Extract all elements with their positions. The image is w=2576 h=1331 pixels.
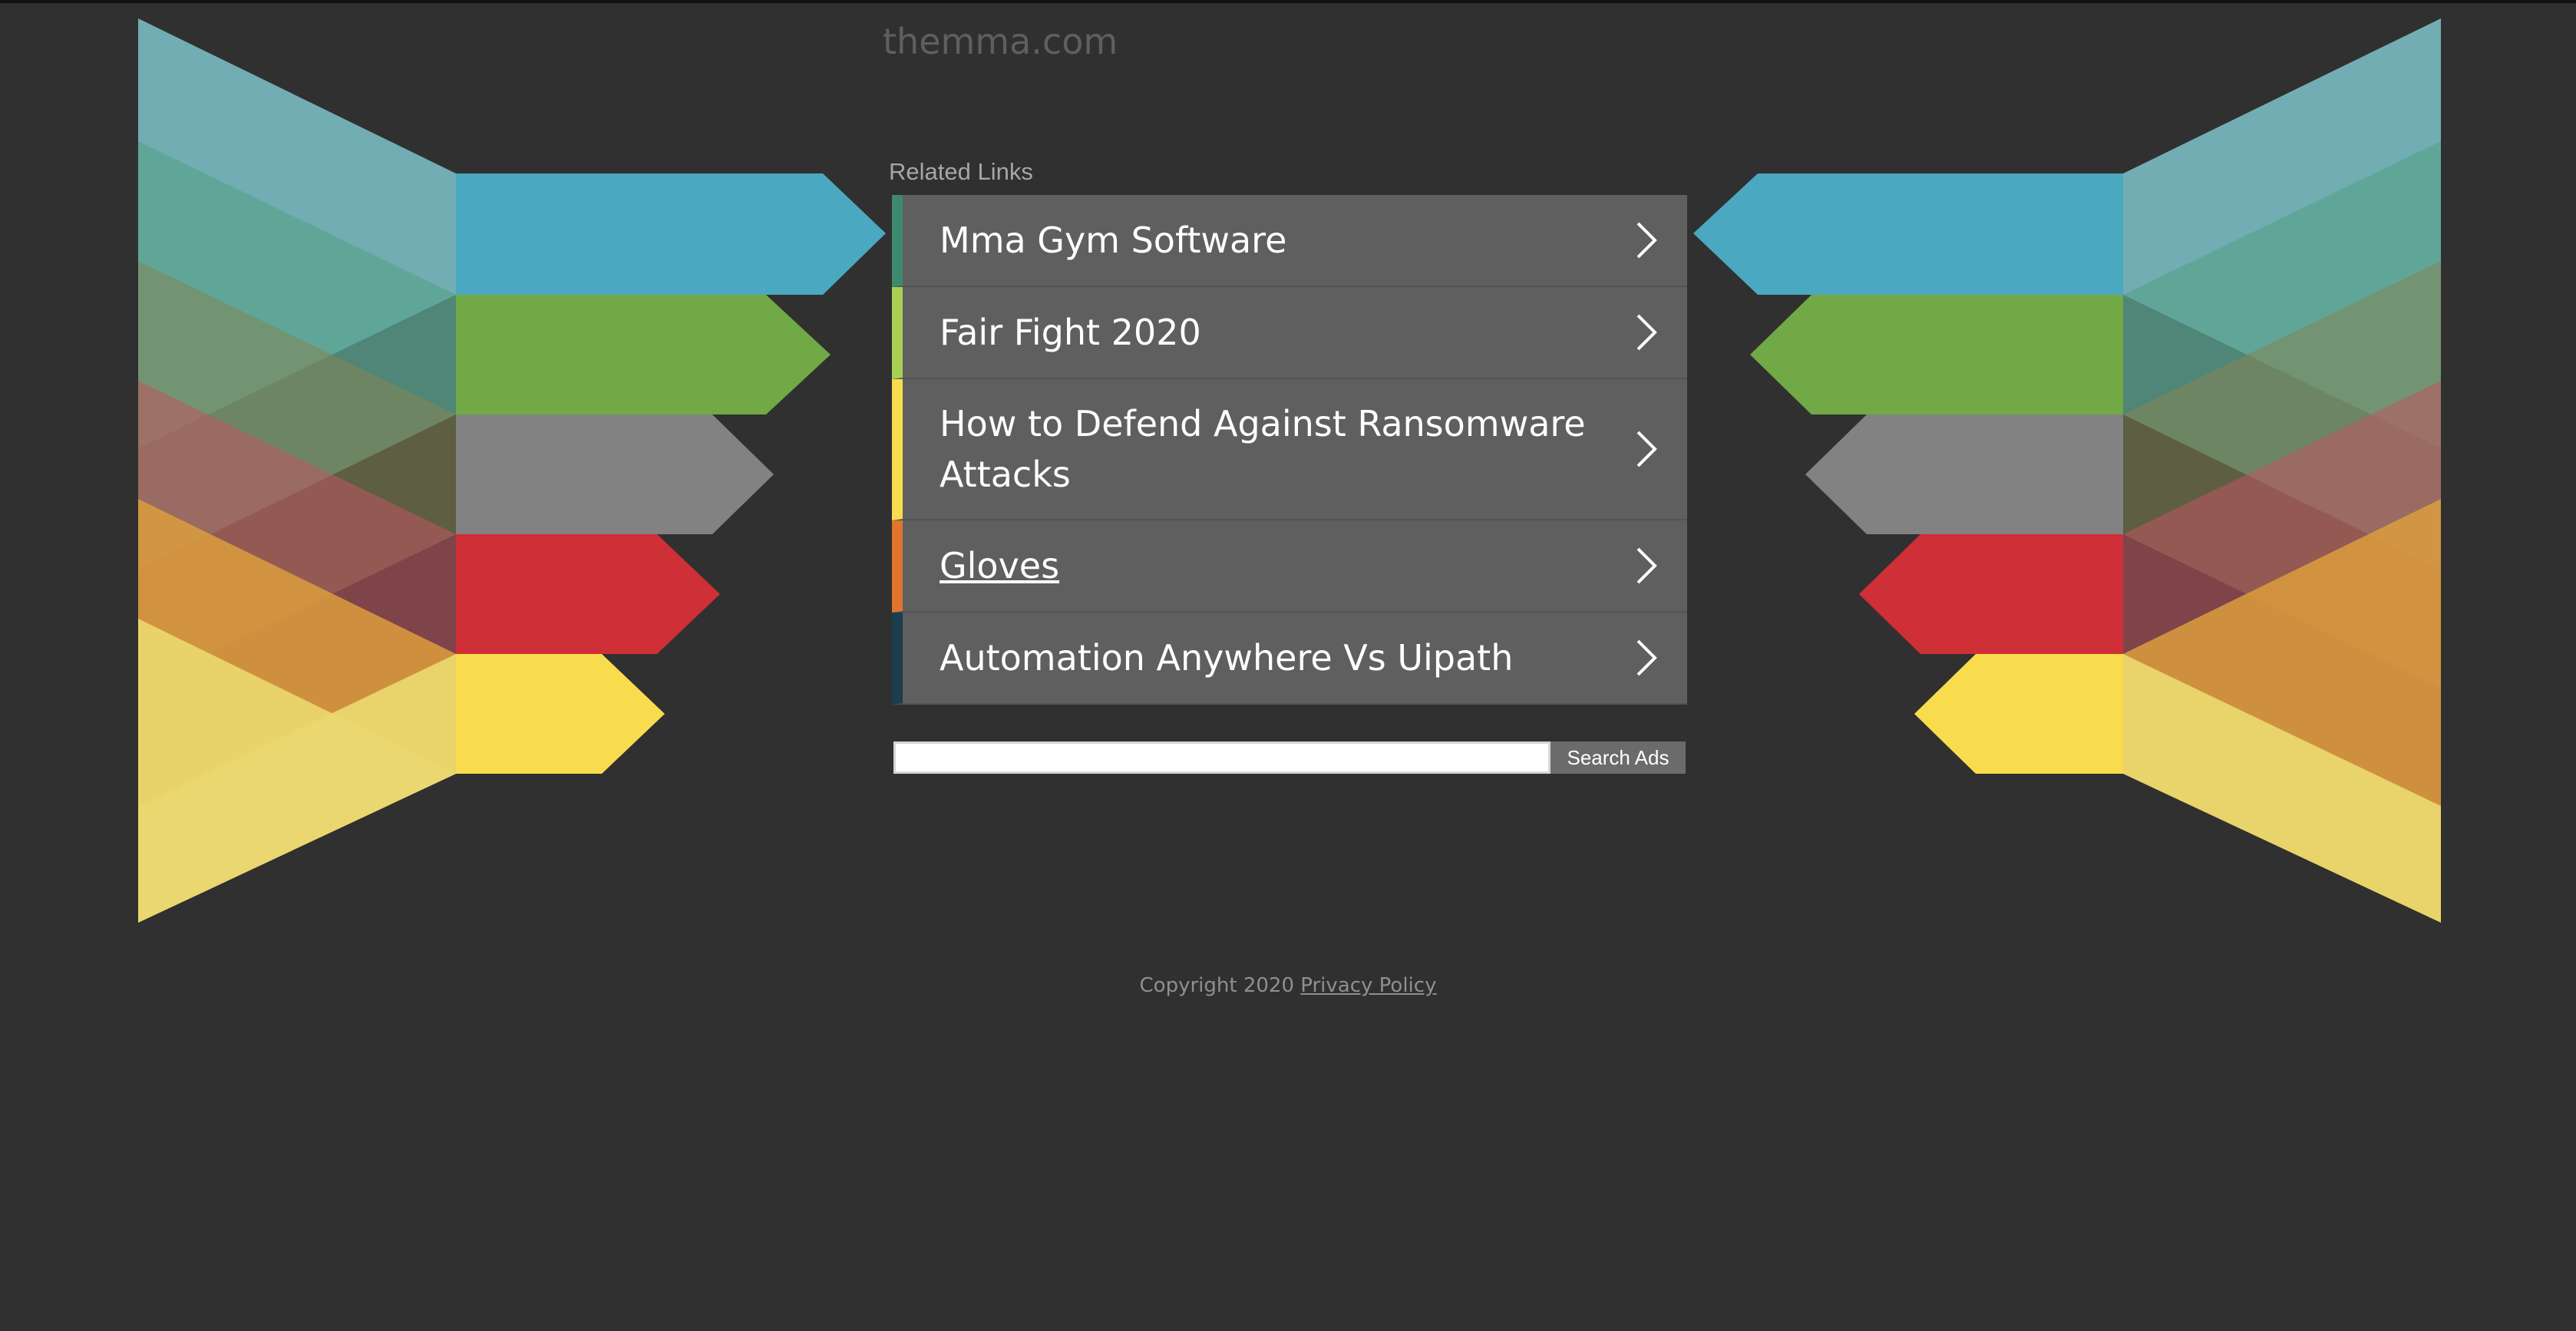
chevron-right-icon <box>1636 222 1657 259</box>
related-links-label: Related Links <box>889 158 1033 185</box>
chevron-right-icon <box>1636 639 1657 676</box>
related-link-label: Fair Fight 2020 <box>940 312 1201 353</box>
right-arrow-gray <box>1805 414 2123 534</box>
right-arrow-teal <box>1693 173 2123 295</box>
footer: Copyright 2020 Privacy Policy <box>0 970 2576 1001</box>
right-arrow-green <box>1750 295 2123 414</box>
left-wing <box>138 18 456 923</box>
left-arrow-green <box>456 295 831 414</box>
left-arrow-teal <box>456 173 886 295</box>
left-arrow-gray <box>456 414 774 534</box>
search-form: Search Ads <box>893 741 1686 774</box>
left-arrows <box>456 173 886 774</box>
right-arrow-yellow <box>1914 654 2123 774</box>
search-ads-button[interactable]: Search Ads <box>1551 741 1686 774</box>
related-link-ransomware[interactable]: How to Defend Against Ransomware Attacks <box>892 379 1687 520</box>
related-link-fair-fight-2020[interactable]: Fair Fight 2020 <box>892 287 1687 379</box>
related-link-label: Mma Gym Software <box>940 220 1287 261</box>
related-link-label: How to Defend Against Ransomware Attacks <box>940 403 1586 495</box>
related-links-list: Mma Gym Software Fair Fight 2020 How to … <box>892 195 1687 705</box>
right-arrow-red <box>1859 534 2123 654</box>
right-arrows <box>1693 173 2123 774</box>
privacy-policy-link[interactable]: Privacy Policy <box>1300 974 1436 997</box>
related-link-gloves[interactable]: Gloves <box>892 520 1687 613</box>
chevron-right-icon <box>1636 314 1657 351</box>
left-arrow-red <box>456 534 720 654</box>
site-domain-title: themma.com <box>883 21 1118 62</box>
related-link-label: Gloves <box>940 545 1060 586</box>
related-link-automation-anywhere[interactable]: Automation Anywhere Vs Uipath <box>892 613 1687 705</box>
chevron-right-icon <box>1636 547 1657 584</box>
copyright-text: Copyright 2020 <box>1139 974 1294 997</box>
related-link-mma-gym-software[interactable]: Mma Gym Software <box>892 195 1687 287</box>
search-input[interactable] <box>893 741 1551 774</box>
left-arrow-yellow <box>456 654 665 774</box>
related-link-label: Automation Anywhere Vs Uipath <box>940 637 1514 679</box>
chevron-right-icon <box>1636 431 1657 467</box>
right-wing <box>2123 18 2441 923</box>
